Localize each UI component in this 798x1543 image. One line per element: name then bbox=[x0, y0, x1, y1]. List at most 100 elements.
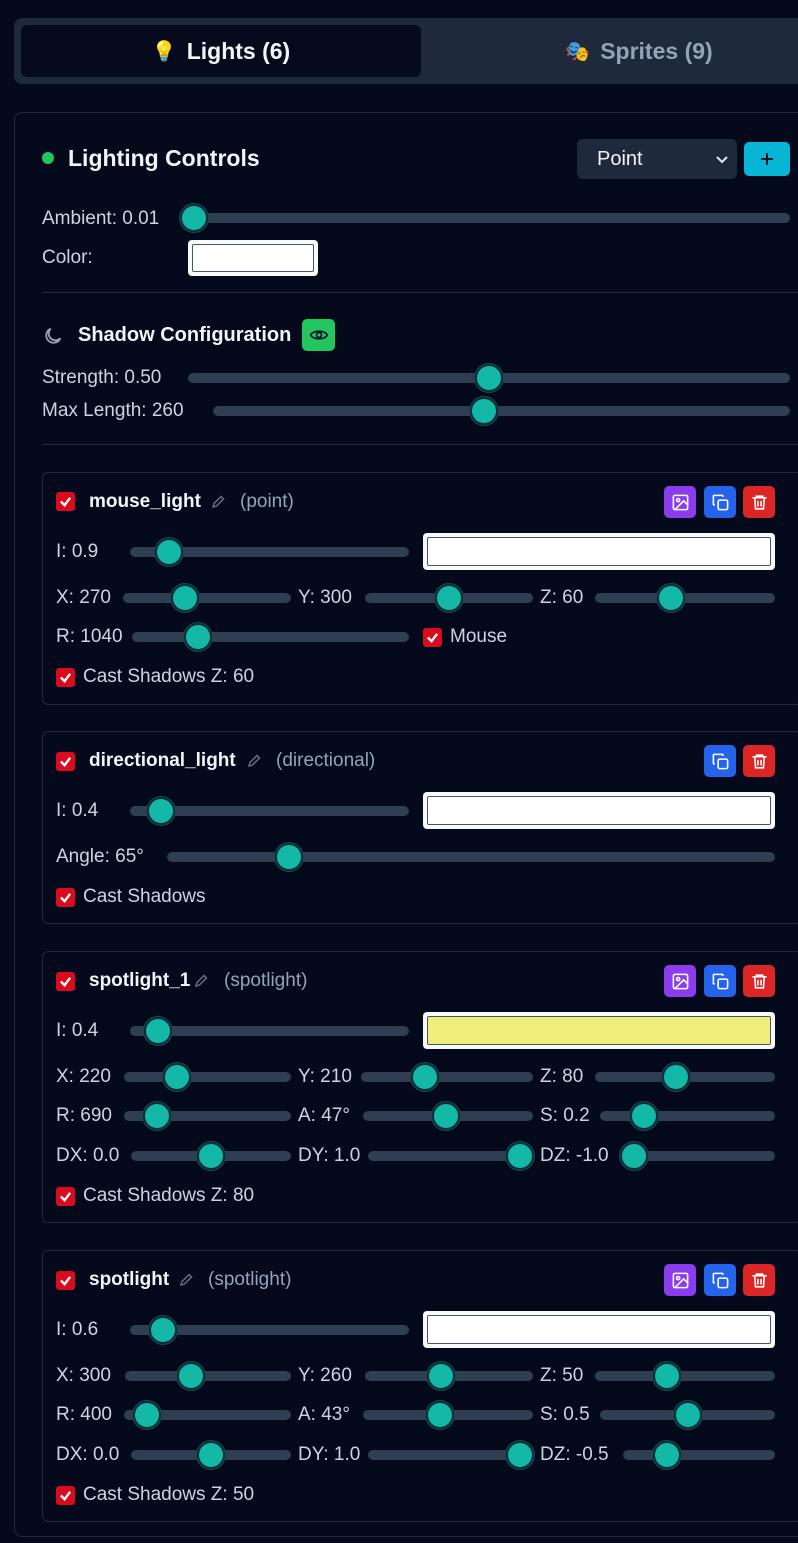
intensity-slider[interactable] bbox=[130, 797, 409, 825]
softness-slider[interactable] bbox=[600, 1102, 775, 1130]
check-icon bbox=[60, 1276, 72, 1286]
x-slider[interactable] bbox=[124, 1063, 291, 1091]
softness-slider-thumb[interactable] bbox=[629, 1102, 658, 1130]
dz-slider[interactable] bbox=[623, 1441, 775, 1469]
radius-slider[interactable] bbox=[124, 1401, 291, 1429]
ambient-slider[interactable] bbox=[180, 204, 790, 232]
dy-label: DY: 1.0 bbox=[298, 1145, 361, 1166]
z-slider-thumb[interactable] bbox=[656, 584, 685, 612]
dy-slider[interactable] bbox=[368, 1142, 534, 1170]
angle-slider[interactable] bbox=[363, 1401, 533, 1429]
radius-slider[interactable] bbox=[132, 623, 409, 651]
y-slider-thumb[interactable] bbox=[410, 1063, 439, 1091]
z-slider[interactable] bbox=[595, 1063, 775, 1091]
dz-slider-thumb[interactable] bbox=[653, 1441, 682, 1469]
light-color-picker[interactable] bbox=[423, 1311, 775, 1348]
cast-shadows-label: Cast Shadows Z: 80 bbox=[83, 1185, 255, 1206]
ambient-color-picker[interactable] bbox=[188, 240, 318, 276]
add-light-button[interactable] bbox=[744, 142, 790, 176]
y-slider[interactable] bbox=[365, 1362, 533, 1390]
cast-shadows-checkbox[interactable] bbox=[56, 1187, 75, 1206]
tab-sprites[interactable]: 🎭 Sprites (9) bbox=[434, 25, 798, 77]
light-type-select[interactable]: Point bbox=[577, 139, 737, 179]
light-delete-button[interactable] bbox=[743, 965, 775, 997]
light-type: (directional) bbox=[276, 750, 376, 771]
light-duplicate-button[interactable] bbox=[704, 1264, 736, 1296]
z-label: Z: 80 bbox=[540, 1066, 584, 1087]
intensity-slider-thumb[interactable] bbox=[146, 797, 175, 825]
cast-shadows-checkbox[interactable] bbox=[56, 1486, 75, 1505]
light-image-button[interactable] bbox=[664, 965, 696, 997]
angle-label: A: 43° bbox=[298, 1404, 350, 1425]
dy-slider-thumb[interactable] bbox=[505, 1142, 534, 1170]
cast-shadows-checkbox[interactable] bbox=[56, 668, 75, 687]
y-label: Y: 210 bbox=[298, 1066, 352, 1087]
x-slider[interactable] bbox=[125, 1362, 291, 1390]
angle-slider[interactable] bbox=[363, 1102, 533, 1130]
copy-icon bbox=[712, 494, 728, 510]
light-enabled-checkbox[interactable] bbox=[56, 972, 75, 991]
mouse-follow-checkbox[interactable] bbox=[423, 628, 442, 647]
intensity-slider-thumb[interactable] bbox=[143, 1017, 172, 1045]
y-slider-thumb[interactable] bbox=[426, 1362, 455, 1390]
shadow-max-length-slider[interactable] bbox=[213, 397, 790, 425]
intensity-slider-thumb[interactable] bbox=[155, 538, 184, 566]
x-slider-thumb[interactable] bbox=[171, 584, 200, 612]
shadow-max-length-label: Max Length: 260 bbox=[42, 400, 184, 421]
light-duplicate-button[interactable] bbox=[704, 745, 736, 777]
dx-slider[interactable] bbox=[131, 1142, 291, 1170]
pencil-icon[interactable] bbox=[178, 1272, 194, 1288]
ambient-slider-thumb[interactable] bbox=[180, 204, 209, 232]
dx-slider[interactable] bbox=[131, 1441, 291, 1469]
light-enabled-checkbox[interactable] bbox=[56, 1271, 75, 1290]
light-image-button[interactable] bbox=[664, 1264, 696, 1296]
dy-slider-thumb[interactable] bbox=[505, 1441, 534, 1469]
trash-icon bbox=[751, 753, 767, 769]
z-slider[interactable] bbox=[595, 1362, 775, 1390]
y-slider[interactable] bbox=[365, 584, 533, 612]
angle-slider-thumb[interactable] bbox=[274, 843, 303, 871]
x-slider[interactable] bbox=[123, 584, 291, 612]
light-duplicate-button[interactable] bbox=[704, 965, 736, 997]
light-delete-button[interactable] bbox=[743, 745, 775, 777]
pencil-icon[interactable] bbox=[246, 753, 262, 769]
light-enabled-checkbox[interactable] bbox=[56, 752, 75, 771]
light-duplicate-button[interactable] bbox=[704, 486, 736, 518]
tab-lights-label: Lights (6) bbox=[186, 37, 291, 64]
lighting-controls-title: Lighting Controls bbox=[68, 145, 260, 171]
tab-lights[interactable]: 💡 Lights (6) bbox=[21, 25, 421, 77]
intensity-slider[interactable] bbox=[130, 538, 409, 566]
dy-slider[interactable] bbox=[368, 1441, 534, 1469]
light-delete-button[interactable] bbox=[743, 486, 775, 518]
z-slider[interactable] bbox=[595, 584, 775, 612]
shadow-strength-slider-thumb[interactable] bbox=[475, 364, 503, 392]
dx-slider-thumb[interactable] bbox=[197, 1441, 225, 1469]
light-color-picker[interactable] bbox=[423, 533, 775, 570]
radius-slider[interactable] bbox=[124, 1102, 291, 1130]
light-color-picker[interactable] bbox=[423, 1012, 775, 1049]
pencil-icon[interactable] bbox=[193, 973, 209, 989]
light-color-picker[interactable] bbox=[423, 792, 775, 829]
intensity-slider[interactable] bbox=[130, 1017, 409, 1045]
y-slider-thumb[interactable] bbox=[435, 584, 463, 612]
pencil-icon[interactable] bbox=[210, 494, 226, 510]
shadow-strength-slider[interactable] bbox=[188, 364, 790, 392]
light-delete-button[interactable] bbox=[743, 1264, 775, 1296]
light-image-button[interactable] bbox=[664, 486, 696, 518]
softness-slider[interactable] bbox=[600, 1401, 775, 1429]
image-icon bbox=[672, 973, 688, 989]
light-enabled-checkbox[interactable] bbox=[56, 492, 75, 511]
dz-slider[interactable] bbox=[619, 1142, 775, 1170]
intensity-slider[interactable] bbox=[130, 1316, 409, 1344]
cast-shadows-checkbox[interactable] bbox=[56, 888, 75, 907]
dx-slider-thumb[interactable] bbox=[197, 1142, 225, 1170]
shadow-max-length-slider-thumb[interactable] bbox=[470, 397, 499, 425]
dz-slider-thumb[interactable] bbox=[619, 1142, 648, 1170]
y-slider[interactable] bbox=[361, 1063, 533, 1091]
z-slider-thumb[interactable] bbox=[653, 1362, 681, 1390]
angle-slider[interactable] bbox=[167, 843, 775, 871]
z-slider-thumb[interactable] bbox=[662, 1063, 690, 1091]
shadow-visibility-toggle[interactable] bbox=[302, 319, 335, 351]
softness-slider-thumb[interactable] bbox=[673, 1401, 702, 1429]
angle-slider-thumb[interactable] bbox=[425, 1401, 454, 1429]
